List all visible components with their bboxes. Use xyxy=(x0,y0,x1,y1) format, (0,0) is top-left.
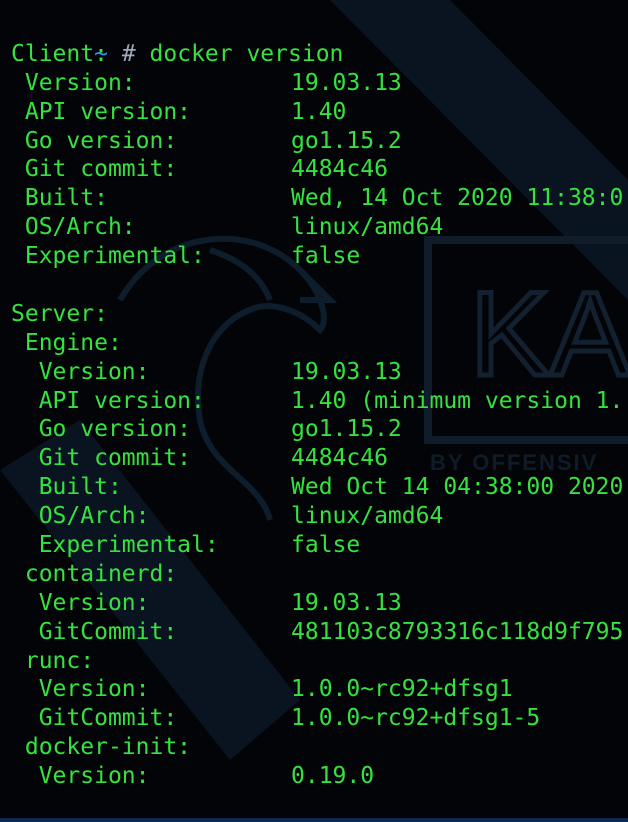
row-value: linux/amd64 xyxy=(291,503,444,530)
row-value: linux/amd64 xyxy=(291,214,444,241)
row-value: Wed Oct 14 04:38:00 2020 xyxy=(291,474,624,501)
row-key: Version: xyxy=(38,676,150,703)
runc-header: runc: xyxy=(11,647,628,676)
runc-row-gitcommit: GitCommit: 1.0.0~rc92+dfsg1-5 xyxy=(11,704,628,733)
row-key: Experimental: xyxy=(38,532,219,559)
section-label: runc: xyxy=(24,647,95,674)
row-key: API version: xyxy=(38,387,205,414)
row-value: 481103c8793316c118d9f795 xyxy=(291,618,624,645)
row-value: Wed, 14 Oct 2020 11:38:0 xyxy=(291,185,624,212)
row-value: false xyxy=(291,532,361,559)
taskbar-edge xyxy=(0,818,628,822)
row-value: 0.19.0 xyxy=(291,763,375,790)
client-row-version: Version: 19.03.13 xyxy=(11,69,628,98)
client-row-os-arch: OS/Arch: linux/amd64 xyxy=(11,213,628,242)
row-value: 1.0.0~rc92+dfsg1-5 xyxy=(291,705,541,732)
client-row-go-version: Go version: go1.15.2 xyxy=(11,127,628,156)
row-key: Built: xyxy=(38,474,122,501)
engine-row-built: Built: Wed Oct 14 04:38:00 2020 xyxy=(11,473,628,502)
containerd-row-version: Version: 19.03.13 xyxy=(11,589,628,618)
section-label: containerd: xyxy=(24,560,178,587)
row-value: 19.03.13 xyxy=(291,69,402,96)
engine-row-experimental: Experimental: false xyxy=(11,531,628,560)
row-value: 19.03.13 xyxy=(291,589,402,616)
docker-init-row-version: Version: 0.19.0 xyxy=(11,762,628,791)
engine-row-os-arch: OS/Arch: linux/amd64 xyxy=(11,502,628,531)
row-key: OS/Arch: xyxy=(38,503,150,530)
row-value: 1.40 (minimum version 1. xyxy=(291,387,624,414)
client-row-api-version: API version: 1.40 xyxy=(11,98,628,127)
row-value: 19.03.13 xyxy=(291,358,402,385)
engine-row-api-version: API version: 1.40 (minimum version 1. xyxy=(11,387,628,416)
row-key: Go version: xyxy=(24,127,178,154)
row-key: API version: xyxy=(24,98,192,125)
server-header: Server: xyxy=(11,300,108,327)
section-label: Engine: xyxy=(24,329,122,356)
section-label: docker-init: xyxy=(24,734,192,761)
engine-row-git-commit: Git commit: 4484c46 xyxy=(11,444,628,473)
row-value: go1.15.2 xyxy=(291,127,402,154)
prompt-line: ~ # docker version xyxy=(11,11,628,67)
row-key: Git commit: xyxy=(38,445,192,472)
row-value: false xyxy=(291,243,361,270)
row-key: Go version: xyxy=(38,416,192,443)
row-key: Version: xyxy=(24,69,136,96)
row-key: Experimental: xyxy=(24,243,205,270)
row-value: go1.15.2 xyxy=(291,416,402,443)
client-row-built: Built: Wed, 14 Oct 2020 11:38:0 xyxy=(11,184,628,213)
engine-row-version: Version: 19.03.13 xyxy=(11,358,628,387)
terminal-window[interactable]: KA BY OFFENSIV ~ # docker version Client… xyxy=(0,0,628,822)
row-value: 1.40 xyxy=(291,98,347,125)
command-text: docker version xyxy=(149,40,344,67)
containerd-header: containerd: xyxy=(11,560,628,589)
row-key: Git commit: xyxy=(24,156,178,183)
containerd-row-gitcommit: GitCommit: 481103c8793316c118d9f795 xyxy=(11,618,628,647)
engine-header: Engine: xyxy=(11,329,628,358)
engine-row-go-version: Go version: go1.15.2 xyxy=(11,415,628,444)
docker-init-header: docker-init: xyxy=(11,733,628,762)
row-key: Version: xyxy=(38,763,150,790)
row-value: 4484c46 xyxy=(291,156,388,183)
client-row-experimental: Experimental: false xyxy=(11,242,628,271)
terminal-output: ~ # docker version Client: Version: 19.03… xyxy=(11,11,628,791)
prompt-hash: # xyxy=(121,40,136,67)
row-key: OS/Arch: xyxy=(24,214,136,241)
row-key: GitCommit: xyxy=(38,705,178,732)
row-key: Version: xyxy=(38,358,150,385)
row-key: Version: xyxy=(38,589,150,616)
row-value: 4484c46 xyxy=(291,445,388,472)
runc-row-version: Version: 1.0.0~rc92+dfsg1 xyxy=(11,675,628,704)
row-key: GitCommit: xyxy=(38,618,178,645)
row-key: Built: xyxy=(24,185,108,212)
row-value: 1.0.0~rc92+dfsg1 xyxy=(291,676,513,703)
client-row-git-commit: Git commit: 4484c46 xyxy=(11,155,628,184)
